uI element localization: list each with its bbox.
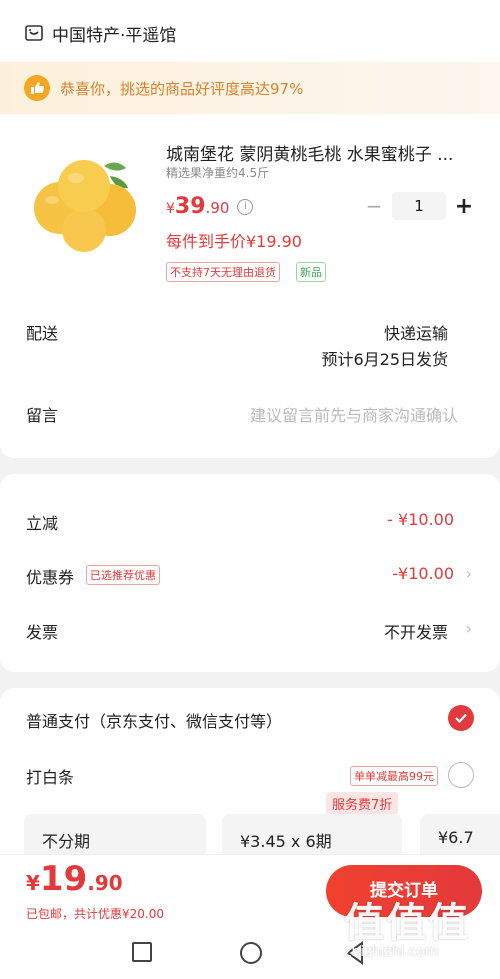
- service-fee-badge: 服务费7折: [326, 792, 399, 815]
- total-integer: 19: [39, 859, 88, 899]
- price-symbol: ¥: [166, 201, 175, 217]
- praise-banner: 恭喜你，挑选的商品好评度高达97%: [0, 62, 500, 114]
- shipping-note: 已包邮: [26, 907, 63, 921]
- total-decimal: .90: [87, 871, 123, 895]
- watermark-logo: 值值值: [344, 900, 470, 946]
- watermark-url: zhizhizhi.com: [344, 944, 439, 960]
- product-row: 城南堡花 蒙阴黄桃毛桃 水果蜜桃子 ... 精选果净重约4.5斤 ¥ 39 .9…: [0, 114, 500, 284]
- invoice-value[interactable]: 不开发票: [384, 619, 448, 643]
- new-product-tag: 新品: [296, 262, 326, 282]
- price-decimal: .90: [205, 199, 230, 217]
- instant-discount-value: - ¥10.00: [387, 510, 454, 529]
- coupon-label: 优惠券: [26, 568, 75, 587]
- product-spec: 精选果净重约4.5斤: [166, 166, 270, 180]
- delivery-method: 快递运输: [383, 324, 448, 343]
- recents-icon[interactable]: [132, 942, 152, 962]
- discount-card: 立减 - ¥10.00 优惠券 已选推荐优惠 -¥10.00 › 发票 不开发票…: [0, 474, 500, 672]
- payment-card: 普通支付（京东支付、微信支付等） 打白条 单单减最高99元 服务费7折 不分期 …: [0, 688, 500, 868]
- message-label: 留言: [26, 406, 59, 425]
- thumbs-up-icon: [24, 75, 50, 101]
- instant-discount-label: 立减: [26, 514, 59, 533]
- delivery-label: 配送: [26, 324, 59, 343]
- message-input[interactable]: 建议留言前先与商家沟通确认: [250, 402, 458, 426]
- baitiao-promo-tag: 单单减最高99元: [350, 766, 438, 786]
- home-icon[interactable]: [240, 942, 262, 964]
- baitiao-radio[interactable]: [448, 762, 474, 788]
- checkmark-icon[interactable]: [448, 705, 474, 731]
- baitiao-label[interactable]: 打白条: [26, 764, 74, 788]
- no-return-tag: 不支持7天无理由退货: [166, 262, 280, 282]
- quantity-value[interactable]: 1: [392, 192, 446, 220]
- chevron-right-icon[interactable]: ›: [466, 564, 472, 583]
- unit-price: 每件到手价¥19.90: [166, 232, 302, 251]
- quantity-stepper: − 1 +: [364, 192, 474, 220]
- shop-header[interactable]: 中国特产·平遥馆: [0, 0, 500, 66]
- total-price: ¥ 19 .90: [26, 859, 123, 899]
- product-price: ¥ 39 .90 i: [166, 194, 254, 219]
- plus-icon[interactable]: +: [454, 194, 474, 219]
- banner-text: 恭喜你，挑选的商品好评度高达97%: [60, 79, 304, 98]
- shop-name: 中国特产·平遥馆: [52, 25, 177, 46]
- normal-payment-label[interactable]: 普通支付（京东支付、微信支付等）: [26, 708, 282, 732]
- info-icon[interactable]: i: [237, 198, 254, 215]
- minus-icon[interactable]: −: [364, 194, 384, 218]
- coupon-recommend-tag: 已选推荐优惠: [86, 565, 160, 585]
- total-note: 已包邮，共计优惠¥20.00: [26, 905, 164, 922]
- price-integer: 39: [174, 194, 206, 219]
- store-icon: [25, 25, 43, 41]
- delivery-eta: 预计6月25日发货: [321, 350, 448, 369]
- site-watermark: 值值值 zhizhizhi.com: [344, 890, 494, 970]
- chevron-right-icon[interactable]: ›: [466, 619, 472, 638]
- total-symbol: ¥: [26, 871, 40, 895]
- peach-product-image[interactable]: [26, 136, 144, 254]
- invoice-label: 发票: [26, 623, 59, 642]
- coupon-value[interactable]: -¥10.00: [392, 564, 454, 583]
- shop-card: 中国特产·平遥馆 恭喜你，挑选的商品好评度高达97% 城南堡花 蒙阴黄桃毛桃 水…: [0, 0, 500, 458]
- product-title[interactable]: 城南堡花 蒙阴黄桃毛桃 水果蜜桃子 ...: [166, 140, 476, 165]
- discount-note: ，共计优惠¥20.00: [62, 907, 165, 921]
